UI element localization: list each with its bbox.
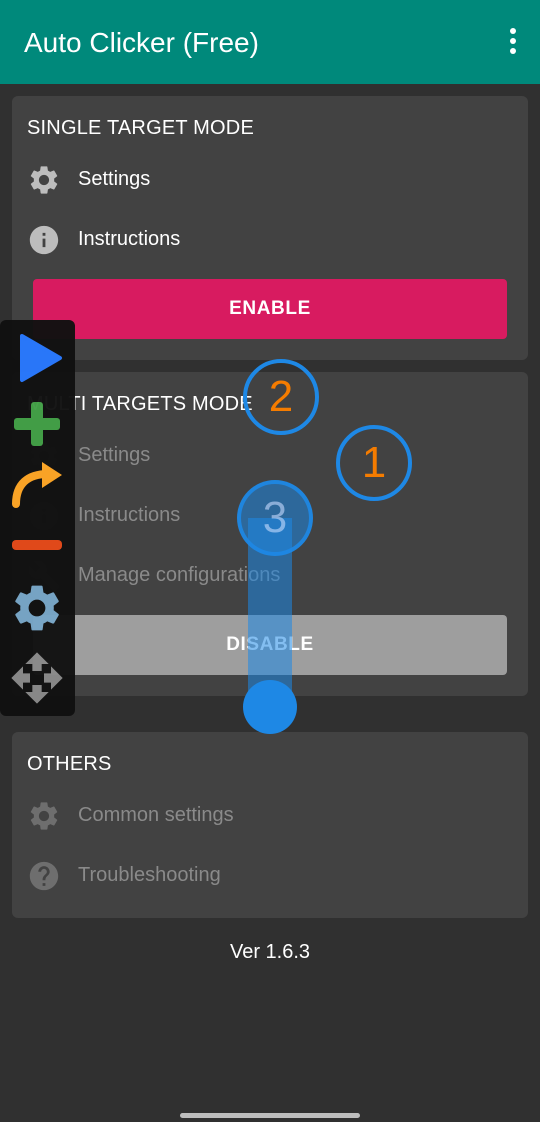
others-card: OTHERS Common settings Troubleshooting	[12, 732, 528, 918]
version-label: Ver 1.6.3	[229, 941, 311, 963]
home-indicator[interactable]	[180, 1113, 360, 1118]
common-settings-item[interactable]: Common settings	[27, 795, 507, 835]
single-target-card: SINGLE TARGET MODE Settings Instructions…	[12, 96, 528, 360]
settings-label: Settings	[78, 444, 151, 466]
others-title: OTHERS	[27, 753, 112, 775]
instructions-label: Instructions	[78, 228, 181, 250]
target-1[interactable]: 1	[336, 425, 412, 501]
single-target-title: SINGLE TARGET MODE	[27, 117, 254, 139]
single-target-instructions-item[interactable]: Instructions	[27, 219, 507, 259]
multi-target-settings-item[interactable]: Settings	[27, 435, 507, 475]
gear-icon	[30, 802, 58, 830]
troubleshooting-label: Troubleshooting	[78, 864, 221, 886]
gear-icon[interactable]	[8, 580, 66, 636]
redo-arrow-icon[interactable]	[8, 456, 66, 512]
remove-icon[interactable]	[8, 517, 66, 573]
more-vert-icon[interactable]	[506, 28, 520, 58]
single-target-settings-item[interactable]: Settings	[27, 159, 507, 199]
app-bar: Auto Clicker (Free)	[0, 0, 540, 84]
target-2[interactable]: 2	[243, 359, 319, 435]
enable-button[interactable]: ENABLE	[33, 279, 507, 339]
move-icon[interactable]	[8, 650, 66, 706]
help-icon	[29, 861, 59, 891]
settings-label: Settings	[78, 168, 151, 190]
common-settings-label: Common settings	[78, 804, 234, 826]
target-3[interactable]: 3	[237, 480, 313, 556]
add-icon[interactable]	[8, 396, 66, 452]
target-2-number: 2	[268, 372, 294, 421]
instructions-label: Instructions	[78, 504, 181, 526]
target-3-number: 3	[262, 493, 288, 542]
info-icon	[29, 225, 59, 255]
troubleshooting-item[interactable]: Troubleshooting	[27, 855, 507, 895]
play-icon[interactable]	[8, 330, 66, 386]
app-title: Auto Clicker (Free)	[24, 27, 259, 58]
floating-toolbar	[0, 320, 75, 716]
target-1-number: 1	[361, 438, 387, 487]
swipe-end-handle[interactable]	[243, 680, 297, 734]
gear-icon	[30, 166, 58, 194]
